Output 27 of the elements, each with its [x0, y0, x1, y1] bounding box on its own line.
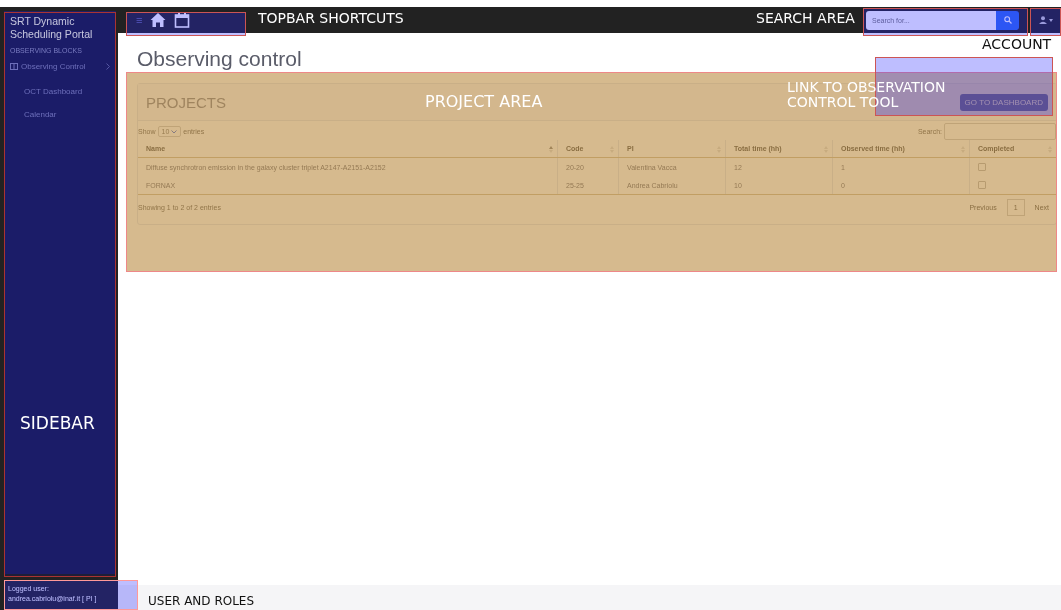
search-icon — [1003, 16, 1012, 24]
highlight-overlay — [1030, 8, 1061, 36]
checkbox[interactable] — [978, 163, 986, 172]
brand-title[interactable]: SRT Dynamic Scheduling Portal — [8, 11, 112, 41]
caret-icon — [1049, 18, 1053, 22]
chevron-icon — [106, 63, 110, 70]
account-button[interactable] — [1039, 16, 1053, 24]
table-search-field[interactable] — [944, 123, 1056, 140]
page-title: Observing control — [137, 47, 302, 71]
nav-item[interactable]: Observing Control — [8, 60, 112, 73]
nav-label: Observing Control — [21, 62, 86, 71]
menu-button[interactable]: ≡ — [136, 14, 143, 26]
annotation-label: SIDEBAR — [20, 415, 95, 432]
user-icon — [1039, 16, 1047, 24]
search-button[interactable] — [996, 10, 1019, 30]
nav-subitem[interactable]: OCT Dashboard — [8, 73, 112, 96]
calendar-icon[interactable] — [174, 12, 191, 28]
home-icon[interactable] — [150, 12, 167, 28]
annotation-label: TOPBAR SHORTCUTS — [258, 11, 404, 25]
caret-icon — [171, 130, 178, 134]
annotation-label: USER AND ROLES — [148, 595, 255, 608]
annotation-label: SEARCH AREA — [756, 11, 855, 25]
nav-subitem[interactable]: Calendar — [8, 96, 112, 119]
table-icon — [10, 63, 18, 70]
annotation-label: PROJECT AREA — [425, 94, 543, 110]
checkbox[interactable] — [978, 181, 986, 190]
annotation-label: ACCOUNT — [982, 37, 1052, 51]
